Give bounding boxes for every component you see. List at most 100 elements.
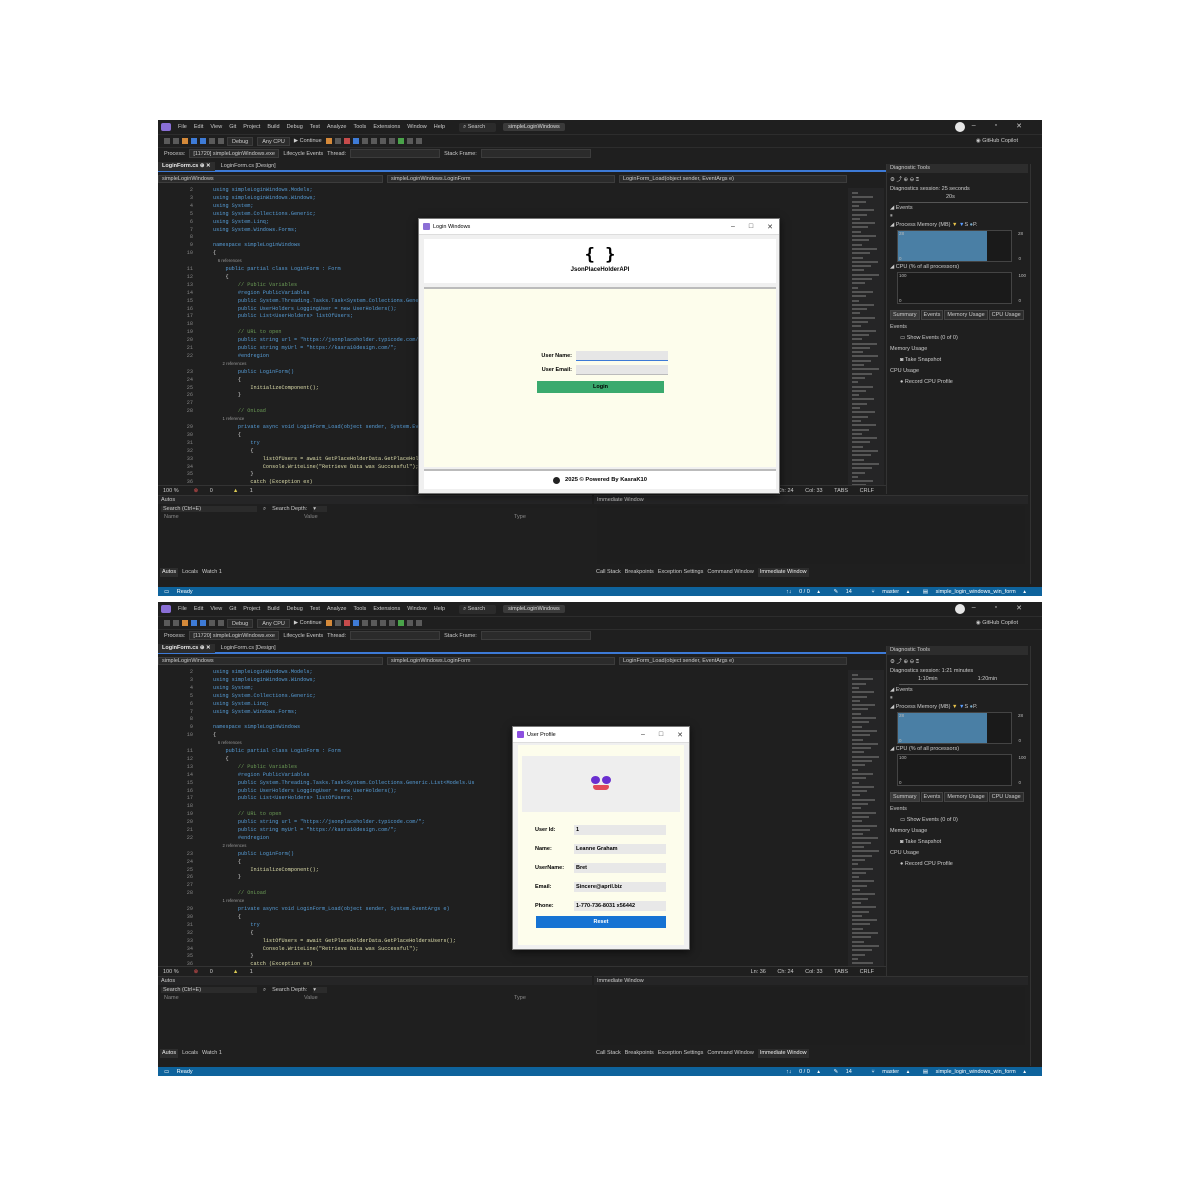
code-line[interactable]: 17 public List<UserHolders> listOfUsers; [158, 794, 353, 802]
stop-icon[interactable] [343, 620, 350, 626]
copilot-button[interactable]: ◉ GitHub Copilot [976, 620, 1018, 626]
code-line[interactable]: 21 public string myUrl = "https://kasra1… [158, 344, 397, 352]
menu-project[interactable]: Project [243, 606, 260, 612]
autos-search-input[interactable]: Search (Ctrl+E) [161, 987, 257, 993]
code-line[interactable]: 7 using System.Windows.Forms; [158, 708, 297, 716]
tab-summary[interactable]: Summary [890, 310, 920, 320]
tab-command-window[interactable]: Command Window [707, 568, 753, 577]
code-line[interactable]: 9 namespace simpleLoginWindows [158, 241, 300, 249]
code-line[interactable]: 13 // Public Variables [158, 763, 297, 771]
immediate-input[interactable] [597, 506, 1025, 564]
code-line[interactable]: 14 #region PublicVariables [158, 771, 310, 779]
code-line[interactable]: 7 using System.Windows.Forms; [158, 226, 297, 234]
code-line[interactable]: 11 public partial class LoginForm : Form [158, 265, 341, 273]
forward-icon[interactable] [173, 138, 179, 144]
step-out-icon[interactable] [388, 138, 395, 144]
save-icon[interactable] [191, 620, 197, 626]
code-line[interactable]: 16 public UserHolders LoggingUser = new … [158, 787, 397, 795]
stop-icon[interactable] [343, 138, 350, 144]
code-line[interactable]: 23 public LoginForm() [158, 368, 294, 376]
menu-window[interactable]: Window [407, 124, 427, 130]
menu-git[interactable]: Git [229, 606, 236, 612]
stack-frame-dropdown[interactable] [480, 149, 591, 158]
menu-help[interactable]: Help [434, 606, 445, 612]
code-line[interactable]: 6 references [158, 257, 242, 265]
platform-dropdown[interactable]: Any CPU [257, 618, 290, 628]
sync-indicator[interactable]: ↑↓ 0 / 0 ▴ [786, 589, 820, 595]
menu-edit[interactable]: Edit [194, 124, 203, 130]
code-line[interactable]: 3 using simpleLoginWindows.Windows; [158, 194, 316, 202]
code-line[interactable]: 35 } [158, 952, 254, 960]
pause-icon[interactable]: ⏸ [887, 213, 1028, 220]
search-box[interactable]: ⌕ Search [459, 122, 497, 132]
solution-explorer-strip[interactable] [1030, 646, 1042, 1066]
user-email-input[interactable] [576, 365, 668, 375]
maximize-icon[interactable]: □ [659, 731, 663, 739]
tab-watch[interactable]: Watch 1 [202, 568, 222, 577]
menu-view[interactable]: View [210, 124, 222, 130]
code-line[interactable]: 24 { [158, 376, 241, 384]
code-line[interactable]: 5 using System.Collections.Generic; [158, 210, 316, 218]
login-button[interactable]: Login [537, 381, 664, 393]
maximize-icon[interactable]: ▫ [995, 604, 997, 612]
code-line[interactable]: 8 [158, 715, 213, 723]
branch-indicator[interactable]: ⑂ master ▴ [871, 1069, 909, 1075]
code-line[interactable]: 14 #region PublicVariables [158, 289, 310, 297]
diagnostics-icon[interactable] [397, 620, 404, 626]
thread-dropdown[interactable] [350, 631, 441, 640]
configuration-dropdown[interactable]: Debug [227, 136, 254, 146]
code-line[interactable]: 12 { [158, 755, 229, 763]
code-line[interactable]: 33 listOfUsers = await GetPlaceHolderDat… [158, 937, 456, 945]
maximize-icon[interactable]: ▫ [995, 122, 997, 130]
redo-icon[interactable] [218, 138, 224, 144]
continue-button[interactable]: ▶ Continue [294, 620, 322, 626]
save-all-icon[interactable] [200, 138, 206, 144]
indent-mode[interactable]: TABS [834, 488, 848, 494]
code-line[interactable]: 1 reference [158, 897, 245, 905]
avatar[interactable] [955, 604, 965, 614]
code-line[interactable]: 34 Console.WriteLine("Retrieve Data was … [158, 945, 419, 953]
step-over-icon[interactable] [379, 138, 386, 144]
menu-file[interactable]: File [178, 606, 187, 612]
code-line[interactable]: 25 InitializeComponent(); [158, 866, 319, 874]
tab-memory-usage[interactable]: Memory Usage [944, 310, 988, 320]
tab-command-window[interactable]: Command Window [707, 1049, 753, 1058]
save-icon[interactable] [191, 138, 197, 144]
tab-breakpoints[interactable]: Breakpoints [625, 568, 654, 577]
code-line[interactable]: 34 Console.WriteLine("Retrieve Data was … [158, 463, 419, 471]
menu-file[interactable]: File [178, 124, 187, 130]
code-line[interactable]: 4 using System; [158, 202, 254, 210]
class-nav-dropdown[interactable]: simpleLoginWindows.LoginForm [387, 175, 615, 183]
minimize-icon[interactable]: – [972, 122, 976, 130]
tab-summary[interactable]: Summary [890, 792, 920, 802]
code-minimap[interactable] [848, 670, 884, 980]
code-line[interactable]: 11 public partial class LoginForm : Form [158, 747, 341, 755]
code-line[interactable]: 30 { [158, 431, 241, 439]
pause-icon[interactable] [334, 138, 341, 144]
code-line[interactable]: 10 { [158, 249, 216, 257]
code-line[interactable]: 26 } [158, 873, 241, 881]
code-line[interactable]: 10 { [158, 731, 216, 739]
back-icon[interactable] [164, 138, 170, 144]
code-line[interactable]: 18 [158, 802, 213, 810]
back-icon[interactable] [164, 620, 170, 626]
search-depth-dropdown[interactable]: ▾ [313, 506, 328, 512]
code-line[interactable]: 6 references [158, 739, 242, 747]
menu-view[interactable]: View [210, 606, 222, 612]
take-snapshot-button[interactable]: ◙ Take Snapshot [890, 355, 1028, 366]
line-ending[interactable]: CRLF [860, 969, 874, 975]
tab-loginform-design[interactable]: LoginForm.cs [Design] [217, 644, 280, 653]
close-icon[interactable]: ✕ [1016, 122, 1022, 130]
minimize-icon[interactable]: – [641, 731, 645, 739]
code-line[interactable]: 17 public List<UserHolders> listOfUsers; [158, 312, 353, 320]
code-line[interactable]: 25 InitializeComponent(); [158, 384, 319, 392]
code-line[interactable]: 31 try [158, 921, 260, 929]
code-line[interactable]: 5 using System.Collections.Generic; [158, 692, 316, 700]
undo-icon[interactable] [209, 620, 215, 626]
diagnostics-icon[interactable] [397, 138, 404, 144]
bookmark-icon[interactable] [406, 138, 413, 144]
code-line[interactable]: 32 { [158, 447, 254, 455]
autos-search-input[interactable]: Search (Ctrl+E) [161, 506, 257, 512]
code-line[interactable]: 2 using simpleLoginWindows.Models; [158, 668, 313, 676]
new-item-icon[interactable] [182, 620, 188, 626]
